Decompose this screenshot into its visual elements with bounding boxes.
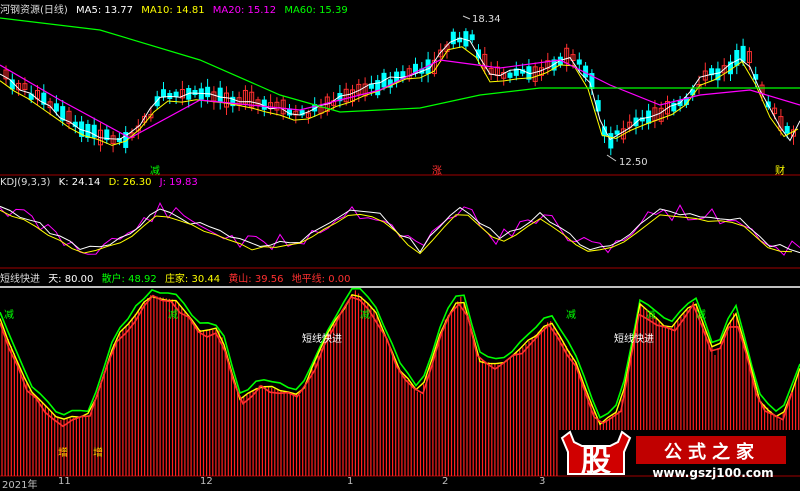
- indicator-text: 短线快进: [302, 334, 342, 345]
- chart-canvas[interactable]: [0, 0, 800, 488]
- ma10-line: [0, 46, 799, 146]
- candle-body: [205, 86, 211, 98]
- candle-body: [261, 99, 267, 110]
- low-price-label: 12.50: [619, 157, 648, 168]
- time-axis-label: 1: [347, 476, 354, 487]
- reduce-mark: 减: [168, 310, 178, 321]
- candle-body: [161, 89, 166, 98]
- candle-body: [53, 103, 59, 112]
- watermark-brand: 公式之家: [664, 442, 760, 463]
- time-axis-label: 11: [58, 476, 71, 487]
- ma5-line: [0, 37, 800, 142]
- time-axis-label: 2021年: [2, 480, 38, 491]
- low-marker: [606, 154, 617, 162]
- time-axis-label: 12: [200, 476, 213, 487]
- candle-body: [192, 89, 198, 95]
- reduce-mark: 减: [646, 310, 656, 321]
- candle-body: [576, 59, 582, 65]
- kdj-lines: [0, 201, 800, 256]
- high-price-label: 18.34: [472, 14, 501, 25]
- time-axis-label: 3: [539, 476, 546, 487]
- indicator-text: 短线快进: [614, 334, 654, 345]
- moving-average-lines: [0, 17, 800, 146]
- watermark: 股 公式之家 www.gszj100.com: [560, 430, 792, 480]
- add-mark: 增: [93, 448, 103, 459]
- reduce-mark: 减: [696, 310, 706, 321]
- signal-marker: 财: [775, 166, 785, 177]
- kdj-j-line: [0, 201, 800, 256]
- kdj-k-line: [0, 205, 800, 254]
- time-axis-label: 2: [442, 476, 449, 487]
- reduce-mark: 减: [566, 310, 576, 321]
- kdj-d-line: [0, 209, 793, 255]
- candle-body: [507, 72, 513, 78]
- candle-body: [784, 125, 790, 134]
- reduce-mark: 减: [4, 310, 14, 321]
- add-mark: 增: [58, 448, 68, 459]
- candle-body: [740, 45, 746, 62]
- candle-body: [614, 130, 620, 135]
- signal-marker: 涨: [432, 166, 442, 177]
- watermark-url: www.gszj100.com: [652, 466, 774, 480]
- candle-body: [368, 83, 374, 89]
- candle-body: [173, 91, 179, 97]
- candle-body: [608, 133, 614, 149]
- candle-body: [469, 34, 475, 41]
- candle-body: [734, 50, 740, 66]
- signal-marker: 减: [150, 166, 160, 177]
- candle-body: [217, 87, 223, 103]
- watermark-logo: 股: [581, 444, 611, 479]
- high-marker: [462, 15, 471, 20]
- candlestick-series: [3, 28, 796, 156]
- reduce-mark: 减: [360, 310, 370, 321]
